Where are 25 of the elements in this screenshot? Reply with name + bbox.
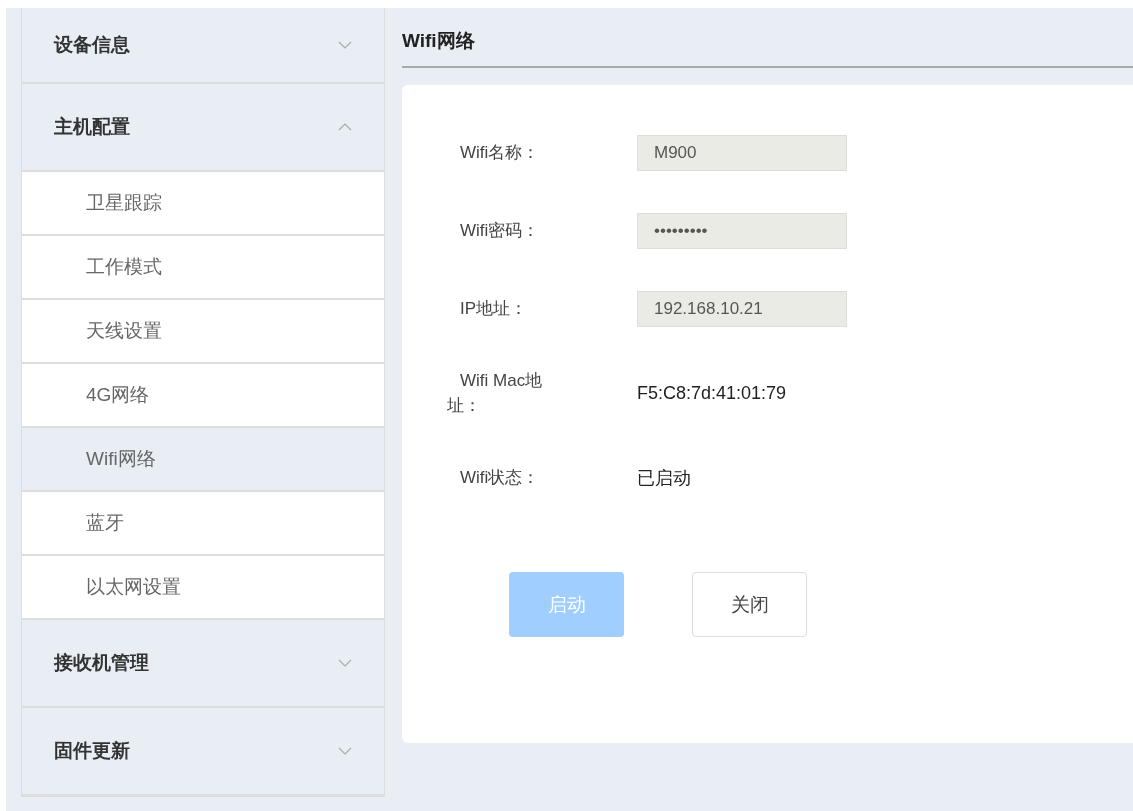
chevron-down-icon	[338, 41, 352, 49]
field-label: Wifi Mac地址：	[447, 370, 544, 417]
input-field[interactable]: 192.168.10.21	[637, 291, 847, 327]
field-value: F5:C8:7d:41:01:79	[637, 383, 787, 405]
menu-group-header[interactable]: 设备信息	[22, 8, 384, 84]
field-value: 已启动	[637, 467, 691, 491]
input-field[interactable]: M900	[637, 135, 847, 171]
menu-item[interactable]: 4G网络	[22, 364, 384, 428]
close-button[interactable]: 关闭	[692, 572, 807, 638]
menu-item[interactable]: 工作模式	[22, 236, 384, 300]
field-label: Wifi状态：	[459, 466, 541, 489]
menu-item[interactable]: 卫星跟踪	[22, 172, 384, 236]
menu-group-header[interactable]: 接收机管理	[22, 620, 384, 708]
field-label: Wifi名称：	[459, 141, 541, 164]
chevron-down-icon	[338, 747, 352, 755]
field-label: Wifi密码：	[459, 219, 541, 242]
menu-item[interactable]: 天线设置	[22, 300, 384, 364]
chevron-down-icon	[338, 659, 352, 667]
page-title: Wifi网络	[402, 8, 1133, 68]
chevron-up-icon	[338, 123, 352, 131]
menu-group-header[interactable]: 固件更新	[22, 708, 384, 796]
menu-item[interactable]: 以太网设置	[22, 556, 384, 620]
field-label: IP地址：	[459, 297, 529, 320]
input-field[interactable]: •••••••••	[637, 213, 847, 249]
menu-item[interactable]: 蓝牙	[22, 492, 384, 556]
